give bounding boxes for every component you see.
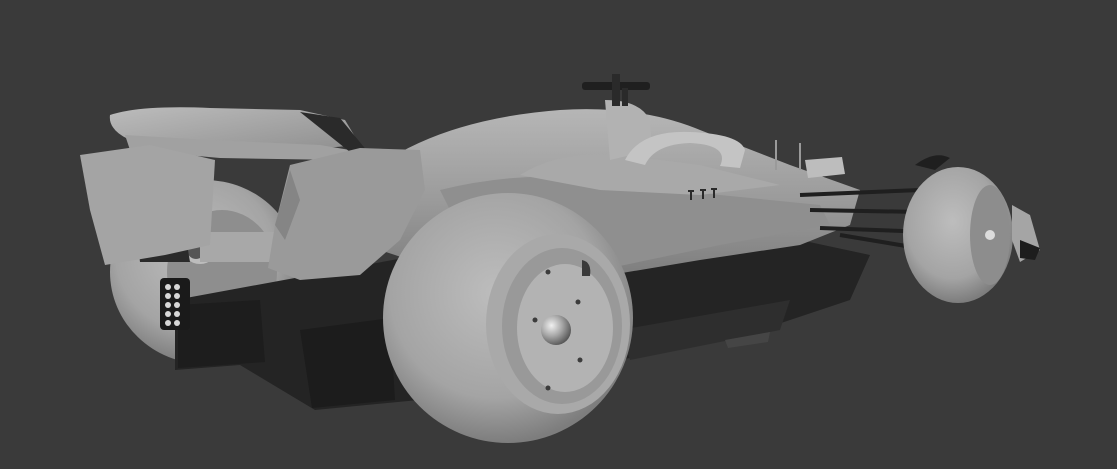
rear-wing-endplate-left	[80, 145, 215, 265]
rear-right-wheel	[383, 193, 633, 443]
car-render	[0, 0, 1117, 469]
rain-light	[160, 278, 190, 330]
front-right-wheel	[903, 167, 1013, 303]
3d-viewport[interactable]	[0, 0, 1117, 469]
wheel-nut	[541, 315, 571, 345]
